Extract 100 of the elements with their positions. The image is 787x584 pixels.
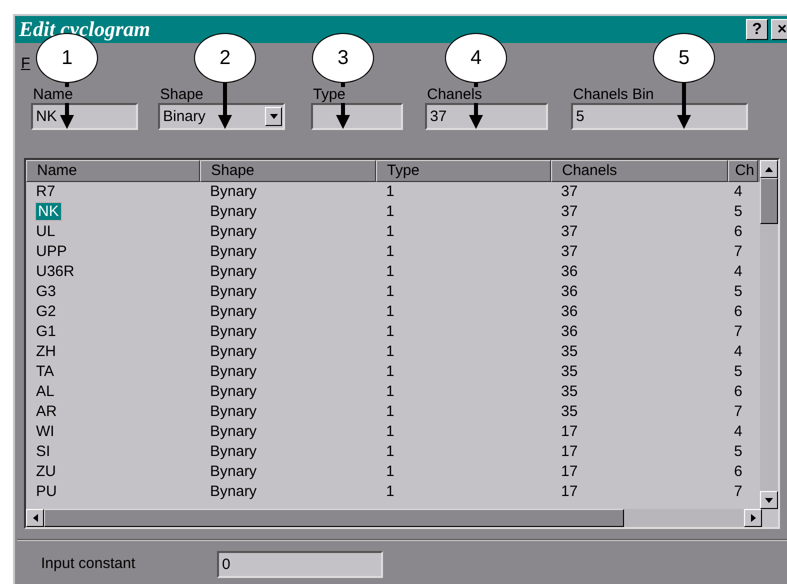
- table-cell: 36: [561, 283, 578, 300]
- left-arrow-icon: [32, 514, 38, 522]
- table-cell: 35: [561, 343, 578, 360]
- scroll-thumb[interactable]: [760, 178, 778, 224]
- name-cell[interactable]: UPP: [36, 243, 67, 260]
- name-cell[interactable]: NK: [36, 203, 61, 220]
- vertical-scrollbar[interactable]: [760, 160, 778, 509]
- close-button[interactable]: ×: [771, 19, 787, 40]
- table-cell: 4: [734, 423, 742, 440]
- input-field[interactable]: 37: [425, 103, 548, 130]
- dropdown-button[interactable]: [265, 107, 282, 126]
- up-arrow-icon: [765, 166, 773, 172]
- name-cell[interactable]: ZH: [36, 343, 56, 360]
- table-cell: Bynary: [210, 443, 257, 460]
- table-cell: Bynary: [210, 403, 257, 420]
- field-label: Chanels: [427, 87, 482, 103]
- callout-arrow: [218, 83, 232, 129]
- table-cell: 1: [386, 463, 394, 480]
- table-cell: 36: [561, 323, 578, 340]
- input-constant-label: Input constant: [41, 554, 136, 574]
- table-cell: 1: [386, 203, 394, 220]
- horizontal-scrollbar[interactable]: [26, 509, 762, 527]
- dropdown-field[interactable]: Binary: [158, 103, 285, 130]
- table-cell: 6: [734, 463, 742, 480]
- table-cell: Bynary: [210, 303, 257, 320]
- scroll-thumb[interactable]: [44, 509, 624, 527]
- table-cell: 7: [734, 323, 742, 340]
- name-cell[interactable]: WI: [36, 423, 54, 440]
- table-cell: 1: [386, 423, 394, 440]
- table-cell: 35: [561, 403, 578, 420]
- help-button[interactable]: ?: [746, 19, 768, 40]
- column-header[interactable]: Name: [26, 160, 200, 182]
- table-cell: 4: [734, 263, 742, 280]
- menu-item[interactable]: F: [21, 55, 30, 72]
- table-cell: 1: [386, 303, 394, 320]
- table-cell: Bynary: [210, 363, 257, 380]
- column-header[interactable]: Shape: [200, 160, 376, 182]
- input-field[interactable]: [311, 103, 403, 130]
- name-cell[interactable]: G1: [36, 323, 56, 340]
- table-cell: Bynary: [210, 223, 257, 240]
- table-cell: 35: [561, 383, 578, 400]
- table-cell: 37: [561, 223, 578, 240]
- table-cell: 7: [734, 243, 742, 260]
- name-cell[interactable]: G3: [36, 283, 56, 300]
- name-cell[interactable]: SI: [36, 443, 50, 460]
- table-cell: 1: [386, 263, 394, 280]
- table-cell: 5: [734, 283, 742, 300]
- table-cell: 17: [561, 483, 578, 500]
- scroll-right-button[interactable]: [744, 509, 762, 527]
- table-cell: 6: [734, 223, 742, 240]
- table-cell: 36: [561, 303, 578, 320]
- name-cell[interactable]: UL: [36, 223, 56, 240]
- scroll-up-button[interactable]: [760, 160, 778, 178]
- field-label: Shape: [160, 87, 204, 103]
- table-cell: 36: [561, 263, 578, 280]
- table-cell: Bynary: [210, 423, 257, 440]
- name-cell[interactable]: R7: [36, 183, 56, 200]
- table-cell: 1: [386, 443, 394, 460]
- table-cell: 1: [386, 243, 394, 260]
- table-cell: 1: [386, 343, 394, 360]
- table-cell: 37: [561, 243, 578, 260]
- table-cell: 6: [734, 303, 742, 320]
- table-cell: 4: [734, 183, 742, 200]
- caret-icon: [270, 114, 278, 119]
- table-cell: 1: [386, 223, 394, 240]
- callout-arrow: [677, 83, 691, 129]
- table-cell: 1: [386, 183, 394, 200]
- table-cell: 37: [561, 203, 578, 220]
- table-cell: Bynary: [210, 343, 257, 360]
- right-arrow-icon: [750, 514, 756, 522]
- table-cell: 5: [734, 203, 742, 220]
- name-cell[interactable]: AR: [36, 403, 57, 420]
- input-field[interactable]: NK: [31, 103, 138, 130]
- name-cell[interactable]: G2: [36, 303, 56, 320]
- down-arrow-icon: [765, 498, 773, 502]
- name-cell[interactable]: U36R: [36, 263, 74, 280]
- scroll-down-button[interactable]: [760, 491, 778, 509]
- column-header[interactable]: Ch: [728, 160, 758, 182]
- name-cell[interactable]: ZU: [36, 463, 56, 480]
- table-cell: 5: [734, 363, 742, 380]
- table-cell: 37: [561, 183, 578, 200]
- table-cell: Bynary: [210, 323, 257, 340]
- table-cell: Bynary: [210, 483, 257, 500]
- column-header[interactable]: Type: [376, 160, 551, 182]
- table-cell: 1: [386, 283, 394, 300]
- input-field[interactable]: 5: [571, 103, 748, 130]
- name-cell[interactable]: AL: [36, 383, 54, 400]
- input-field[interactable]: 0: [217, 551, 383, 578]
- table-cell: 17: [561, 423, 578, 440]
- table-cell: 7: [734, 403, 742, 420]
- column-header[interactable]: Chanels: [551, 160, 728, 182]
- table-cell: Bynary: [210, 183, 257, 200]
- table-cell: 7: [734, 483, 742, 500]
- name-cell[interactable]: PU: [36, 483, 57, 500]
- table-cell: Bynary: [210, 383, 257, 400]
- name-cell[interactable]: TA: [36, 363, 54, 380]
- table-cell: 35: [561, 363, 578, 380]
- scroll-left-button[interactable]: [26, 509, 44, 527]
- table-cell: 1: [386, 363, 394, 380]
- table-cell: Bynary: [210, 463, 257, 480]
